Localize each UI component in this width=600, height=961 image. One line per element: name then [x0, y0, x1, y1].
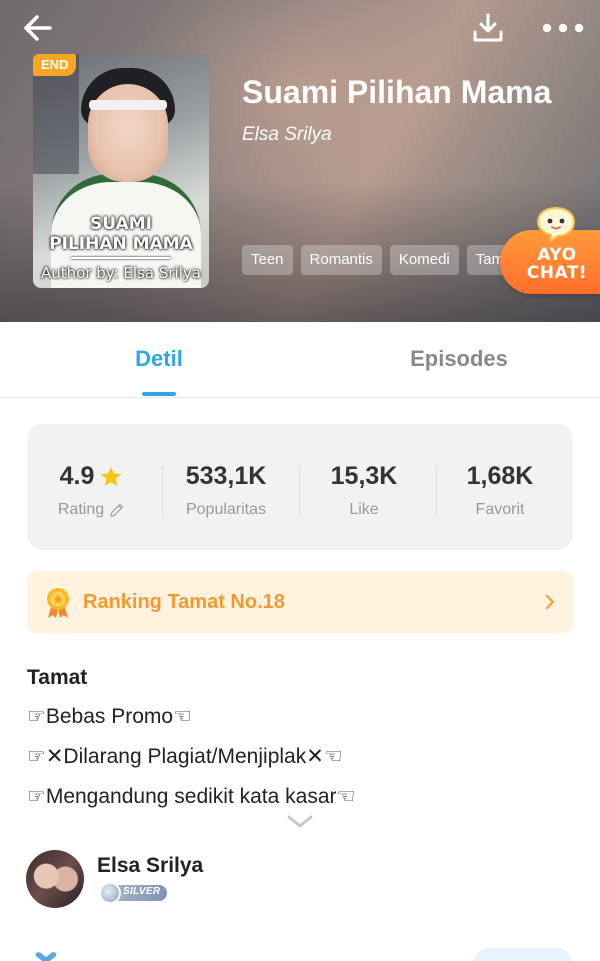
active-tab-indicator: [142, 392, 176, 396]
stat-favorit: 1,68K Favorit: [466, 462, 534, 518]
tag-komedi[interactable]: Komedi: [389, 245, 459, 275]
more-options-button[interactable]: [536, 8, 590, 48]
stats-card: 4.9 Rating 533,1K Popularitas 15,3K Like: [27, 424, 573, 550]
medal-icon: [47, 588, 69, 618]
book-author[interactable]: Elsa Srilya: [242, 124, 332, 146]
author-name[interactable]: Elsa Srilya: [97, 854, 203, 878]
ranking-banner[interactable]: Ranking Tamat No.18: [27, 571, 573, 633]
arrow-left-icon: [24, 15, 52, 41]
novel-detail-page: SUAMI PILIHAN MAMA Author by: Elsa Srily…: [0, 0, 600, 961]
stat-popularitas: 533,1K Popularitas: [185, 462, 267, 518]
follow-button[interactable]: [474, 948, 572, 961]
cover-author: Author by: Elsa Srilya: [41, 264, 201, 282]
chevron-right-icon: [546, 595, 554, 609]
more-horizontal-icon: [542, 23, 584, 33]
author-avatar[interactable]: [26, 850, 84, 908]
tag-romantis[interactable]: Romantis: [300, 245, 382, 275]
status-badge: END: [33, 54, 77, 76]
chevron-down-icon[interactable]: [286, 814, 314, 830]
cover-title: SUAMI PILIHAN MAMA: [49, 214, 193, 254]
ranking-label: Ranking Tamat No.18: [83, 591, 285, 613]
book-cover[interactable]: SUAMI PILIHAN MAMA Author by: Elsa Srily…: [33, 54, 209, 288]
pencil-icon: [110, 503, 124, 517]
chat-bubble-icon: [536, 206, 576, 242]
description-line: ☞✕Dilarang Plagiat/Menjiplak✕☜: [27, 745, 343, 768]
tag-teen[interactable]: Teen: [242, 245, 293, 275]
stat-rating[interactable]: 4.9 Rating: [37, 462, 147, 519]
download-icon: [473, 13, 503, 42]
description-line: ☞Bebas Promo☜: [27, 705, 192, 728]
heart-icon[interactable]: [33, 952, 59, 961]
tab-detil[interactable]: Detil: [0, 346, 318, 372]
tab-episodes[interactable]: Episodes: [318, 346, 600, 372]
download-button[interactable]: [466, 8, 510, 48]
description-line: ☞Mengandung sedikit kata kasar☜: [27, 785, 356, 808]
back-button[interactable]: [14, 8, 62, 48]
description-status: Tamat: [27, 666, 88, 689]
author-level-badge: SILVER: [99, 882, 167, 904]
star-icon: [101, 466, 122, 486]
detail-tabs: Detil Episodes: [0, 322, 600, 398]
book-title: Suami Pilihan Mama: [242, 74, 552, 110]
stat-like: 15,3K Like: [330, 462, 398, 518]
silver-gem-icon: [99, 882, 121, 904]
